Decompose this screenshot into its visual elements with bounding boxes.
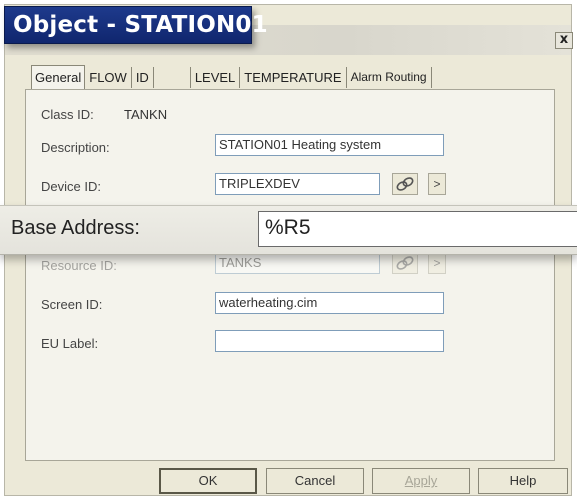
device-browse-button[interactable] — [392, 173, 418, 195]
tab-general[interactable]: General — [31, 65, 86, 89]
description-label: Description: — [41, 140, 110, 155]
tab-id[interactable]: ID — [132, 67, 154, 88]
close-button[interactable]: x — [555, 32, 573, 49]
window-title: Object - STATION01 — [13, 12, 268, 38]
resource-more-button[interactable]: > — [428, 252, 446, 274]
window-title-callout: Object - STATION01 — [4, 6, 268, 44]
tab-strip: General FLOW ID LEVEL TEMPERATURE Alarm … — [31, 65, 432, 89]
device-id-label: Device ID: — [41, 179, 101, 194]
tab-flow[interactable]: FLOW — [85, 67, 132, 88]
tab-alarm-routing[interactable]: Alarm Routing — [347, 67, 432, 88]
apply-button-label: Apply — [404, 473, 438, 488]
eu-label-label: EU Label: — [41, 336, 99, 351]
resource-id-label: Resource ID: — [41, 258, 117, 273]
help-button[interactable]: Help — [478, 468, 568, 494]
device-more-button[interactable]: > — [428, 173, 446, 195]
screen-id-label: Screen ID: — [41, 297, 103, 312]
tab-blank[interactable] — [154, 67, 191, 88]
base-address-label: Base Address: — [11, 217, 140, 239]
base-address-field[interactable]: %R5 — [258, 211, 577, 247]
browse-chain-icon — [393, 256, 417, 277]
ok-button[interactable]: OK — [159, 468, 257, 494]
tab-temperature[interactable]: TEMPERATURE — [240, 67, 347, 88]
cancel-button[interactable]: Cancel — [266, 468, 364, 494]
class-id-value: TANKN — [124, 107, 168, 122]
apply-button[interactable]: Apply — [372, 468, 470, 494]
device-id-field[interactable]: TRIPLEXDEV — [215, 173, 380, 195]
eu-label-field[interactable] — [215, 330, 444, 352]
tab-level[interactable]: LEVEL — [191, 67, 241, 88]
class-id-label: Class ID: — [41, 107, 94, 122]
screen-id-field[interactable]: waterheating.cim — [215, 292, 444, 314]
description-field[interactable]: STATION01 Heating system — [215, 134, 444, 156]
browse-chain-icon — [393, 177, 417, 198]
general-panel: Class ID: TANKN Description: STATION01 H… — [25, 89, 555, 461]
resource-browse-button[interactable] — [392, 252, 418, 274]
resource-id-field[interactable]: TANKS — [215, 252, 380, 274]
base-address-callout: Base Address: %R5 — [0, 205, 577, 255]
